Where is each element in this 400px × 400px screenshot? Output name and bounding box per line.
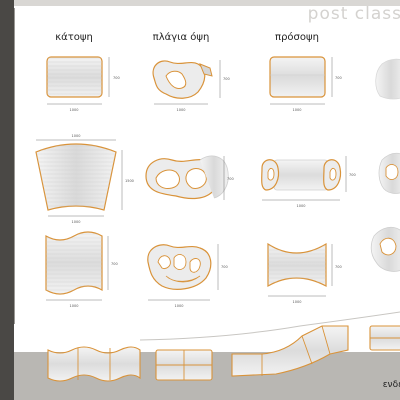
dim-label: 1000	[177, 108, 186, 112]
brand-title: post class	[307, 4, 400, 24]
dim-label: 1000	[70, 108, 79, 112]
front-view-rect	[269, 56, 333, 105]
dim-label: 700	[349, 173, 356, 177]
legend-caption: ενδει	[382, 380, 400, 390]
dim-label: 1000	[297, 204, 306, 208]
dim-label: 1000	[293, 300, 302, 304]
dim-label: 700	[221, 265, 228, 269]
dim-label: 700	[335, 265, 342, 269]
plan-view-square	[46, 56, 110, 105]
combo-square-grid	[155, 349, 213, 381]
combo-stack-right	[369, 325, 400, 351]
dim-label: 1000	[72, 220, 81, 224]
dim-label: 1500	[125, 179, 134, 183]
dim-label: 700	[227, 177, 234, 181]
drawing-sheet: 1000 700 1000 700 1000 700 1000 1000 150…	[0, 0, 400, 400]
dim-label: 700	[111, 262, 118, 266]
dim-label: 1000	[175, 304, 184, 308]
dim-label: 1000	[72, 134, 81, 138]
column-label-plan: κάτοψη	[55, 32, 93, 43]
dim-label: 700	[113, 76, 120, 80]
dim-label: 700	[223, 77, 230, 81]
dim-label: 1000	[70, 304, 79, 308]
column-label-front: πρόσοψη	[275, 32, 319, 43]
combo-wave-row	[47, 346, 141, 382]
dim-label: 1000	[293, 108, 302, 112]
column-label-side: πλάγια όψη	[152, 32, 210, 43]
drawing-canvas: 1000 700 1000 700 1000 700 1000 1000 150…	[18, 8, 400, 382]
dim-label: 700	[335, 76, 342, 80]
